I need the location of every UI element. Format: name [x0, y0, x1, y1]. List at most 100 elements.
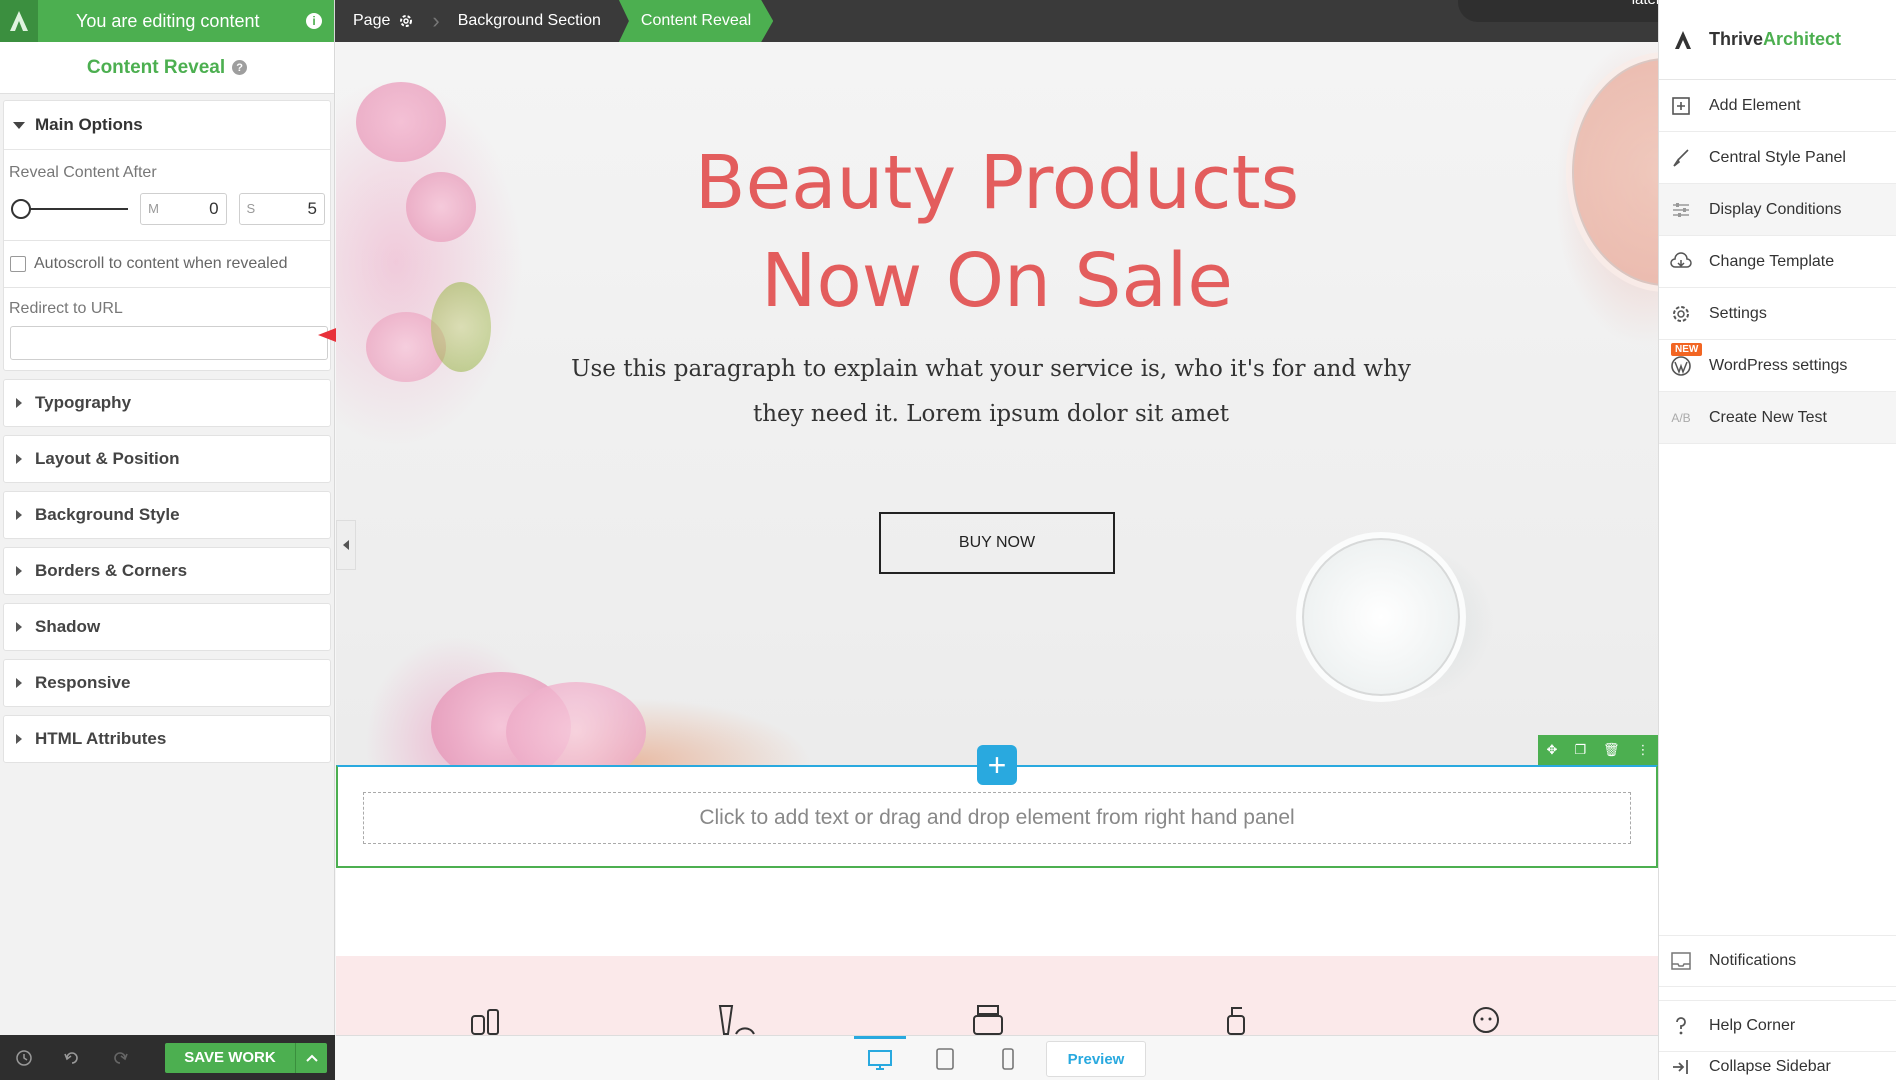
section-label: Layout & Position — [35, 449, 180, 468]
tablet-icon — [936, 1047, 954, 1070]
collapsed-sections: Typography Layout & Position Background St… — [0, 379, 334, 763]
redirect-url-input[interactable] — [10, 326, 328, 360]
section-label: Borders & Corners — [35, 561, 188, 580]
section-label: Responsive — [35, 673, 131, 692]
caret-right-icon — [16, 734, 22, 744]
sidebar-item-collapse-sidebar[interactable]: Collapse Sidebar — [1659, 1053, 1896, 1080]
thrive-logo-icon[interactable] — [0, 0, 38, 42]
info-icon[interactable]: i — [306, 13, 322, 29]
section-background-style[interactable]: Background Style — [3, 491, 331, 539]
save-options-chevron-up-icon[interactable] — [295, 1042, 327, 1073]
history-icon[interactable] — [0, 1035, 48, 1080]
desktop-icon — [868, 1050, 892, 1070]
sidebar-item-wordpress-settings[interactable]: NEW WordPress settings — [1659, 340, 1896, 392]
brush-icon — [1669, 146, 1693, 170]
cream-jar-image — [1296, 532, 1466, 702]
mobile-view-button[interactable] — [982, 1036, 1034, 1080]
section-borders-corners[interactable]: Borders & Corners — [3, 547, 331, 595]
breadcrumb-page[interactable]: Page — [335, 0, 432, 42]
preview-button[interactable]: Preview — [1046, 1041, 1146, 1077]
save-work-button[interactable]: SAVE WORK — [165, 1042, 295, 1073]
section-label: Typography — [35, 393, 132, 412]
add-element-plus-button[interactable]: + — [977, 745, 1017, 785]
seconds-unit: S — [246, 201, 256, 216]
sidebar-item-help-corner[interactable]: Help Corner — [1659, 1000, 1896, 1052]
reveal-time-slider[interactable] — [9, 197, 129, 221]
delete-icon[interactable]: 🗑 — [1603, 742, 1620, 758]
sidebar-item-label: WordPress settings — [1709, 356, 1848, 374]
ab-test-icon: A/B — [1671, 410, 1691, 425]
inbox-icon — [1669, 949, 1693, 973]
section-html-attributes[interactable]: HTML Attributes — [3, 715, 331, 763]
caret-right-icon — [16, 622, 22, 632]
minutes-unit: M — [148, 201, 159, 216]
cosmetic-jar-icon — [973, 1005, 1003, 1035]
hero-title-line1: Beauty Products — [694, 140, 1300, 226]
hero-title-line2: Now On Sale — [761, 238, 1233, 324]
slider-thumb[interactable] — [11, 198, 31, 219]
section-layout-position[interactable]: Layout & Position — [3, 435, 331, 483]
section-responsive[interactable]: Responsive — [3, 659, 331, 707]
desktop-view-button[interactable] — [854, 1036, 906, 1080]
autoscroll-label: Autoscroll to content when revealed — [34, 255, 288, 272]
move-icon[interactable]: ✥ — [1546, 742, 1557, 758]
sidebar-item-add-element[interactable]: Add Element — [1659, 80, 1896, 132]
drop-zone-hint[interactable]: Click to add text or drag and drop eleme… — [363, 792, 1631, 844]
minutes-value: 0 — [209, 198, 219, 218]
sidebar-item-notifications[interactable]: Notifications — [1659, 935, 1896, 987]
breadcrumb-background-section[interactable]: Background Section — [440, 0, 619, 42]
sidebar-item-create-new-test[interactable]: A/B Create New Test — [1659, 392, 1896, 444]
reveal-time-row: M 0 S 5 — [4, 182, 330, 226]
spray-bottle-icon — [1227, 1007, 1245, 1035]
undo-icon[interactable] — [48, 1035, 96, 1080]
hero-title[interactable]: Beauty Products Now On Sale — [336, 134, 1658, 330]
section-shadow[interactable]: Shadow — [3, 603, 331, 651]
panel-title: Content Reveal ? — [0, 42, 334, 94]
seconds-value: 5 — [307, 198, 317, 218]
duplicate-icon[interactable]: ❐ — [1574, 742, 1586, 758]
hero-background-section[interactable]: Beauty Products Now On Sale Use this par… — [336, 42, 1658, 782]
device-preview-bar: Preview — [336, 1035, 1658, 1080]
section-label: Background Style — [35, 505, 180, 524]
autoscroll-checkbox[interactable] — [10, 256, 26, 272]
caret-right-icon — [16, 678, 22, 688]
brand-name-architect: Architect — [1763, 29, 1842, 49]
page-settings-gear-icon[interactable] — [398, 13, 414, 29]
section-label: HTML Attributes — [35, 729, 167, 748]
collapse-left-panel-tab[interactable] — [336, 520, 356, 570]
main-options-title: Main Options — [35, 115, 143, 134]
redo-icon[interactable] — [96, 1035, 144, 1080]
minutes-input[interactable]: M 0 — [140, 192, 227, 225]
sidebar-item-label: Create New Test — [1709, 408, 1827, 426]
sidebar-item-settings[interactable]: Settings — [1659, 288, 1896, 340]
reveal-content-label: Reveal Content After — [9, 164, 157, 181]
sidebar-item-change-template[interactable]: Change Template — [1659, 236, 1896, 288]
breadcrumb-page-label: Page — [353, 12, 391, 29]
main-options-section: Main Options Reveal Content After M 0 S … — [3, 100, 331, 371]
perfume-bottles-icon — [471, 1009, 499, 1035]
breadcrumb-content-reveal[interactable]: Content Reveal — [619, 0, 773, 42]
features-section[interactable] — [336, 956, 1658, 1035]
buy-now-button[interactable]: BUY NOW — [879, 512, 1115, 574]
element-toolbar: ✥ ❐ 🗑 ⋮ — [1538, 735, 1658, 765]
breadcrumb-separator-icon: › — [432, 8, 440, 33]
autoscroll-row[interactable]: Autoscroll to content when revealed — [4, 241, 330, 273]
question-icon — [1669, 1014, 1693, 1038]
section-typography[interactable]: Typography — [3, 379, 331, 427]
sidebar-item-central-style-panel[interactable]: Central Style Panel — [1659, 132, 1896, 184]
panel-title-text: Content Reveal — [86, 56, 226, 78]
caret-right-icon — [16, 398, 22, 408]
sidebar-item-label: Collapse Sidebar — [1709, 1057, 1831, 1075]
mobile-icon — [1002, 1047, 1014, 1070]
wordpress-icon — [1669, 354, 1693, 378]
main-options-header[interactable]: Main Options — [4, 101, 330, 149]
hero-paragraph[interactable]: Use this paragraph to explain what your … — [566, 347, 1416, 437]
thrive-logo-icon — [1675, 30, 1691, 49]
new-badge: NEW — [1671, 343, 1703, 356]
sidebar-item-display-conditions[interactable]: Display Conditions — [1659, 184, 1896, 236]
more-options-icon[interactable]: ⋮ — [1636, 742, 1649, 758]
tablet-view-button[interactable] — [919, 1036, 971, 1080]
brand-name-thrive: Thrive — [1709, 29, 1764, 49]
seconds-input[interactable]: S 5 — [238, 192, 325, 225]
help-question-icon[interactable]: ? — [232, 60, 248, 75]
